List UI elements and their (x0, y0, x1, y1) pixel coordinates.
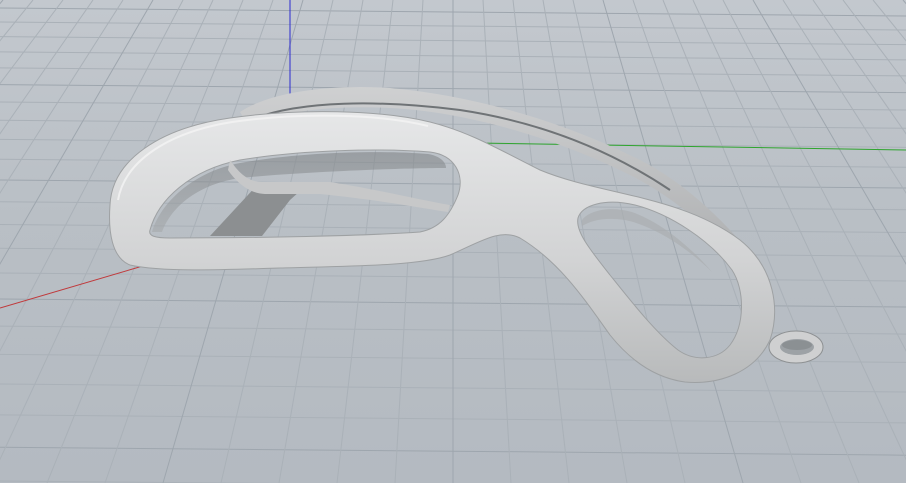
viewport-scene[interactable] (0, 0, 906, 483)
grid-line (0, 0, 64, 85)
grid-line (782, 0, 906, 194)
grid-line (0, 0, 94, 135)
ring-inner-shadow (782, 340, 812, 350)
grid-line (842, 0, 906, 85)
grid-line (0, 0, 4, 5)
grid-line (872, 0, 906, 42)
grid-line (812, 0, 906, 135)
grid-line (572, 0, 686, 483)
3d-viewport[interactable] (0, 0, 906, 483)
grid-line (0, 0, 124, 194)
grid-line (722, 0, 906, 352)
grid-line (0, 0, 34, 42)
hanging-ring[interactable] (768, 330, 824, 364)
